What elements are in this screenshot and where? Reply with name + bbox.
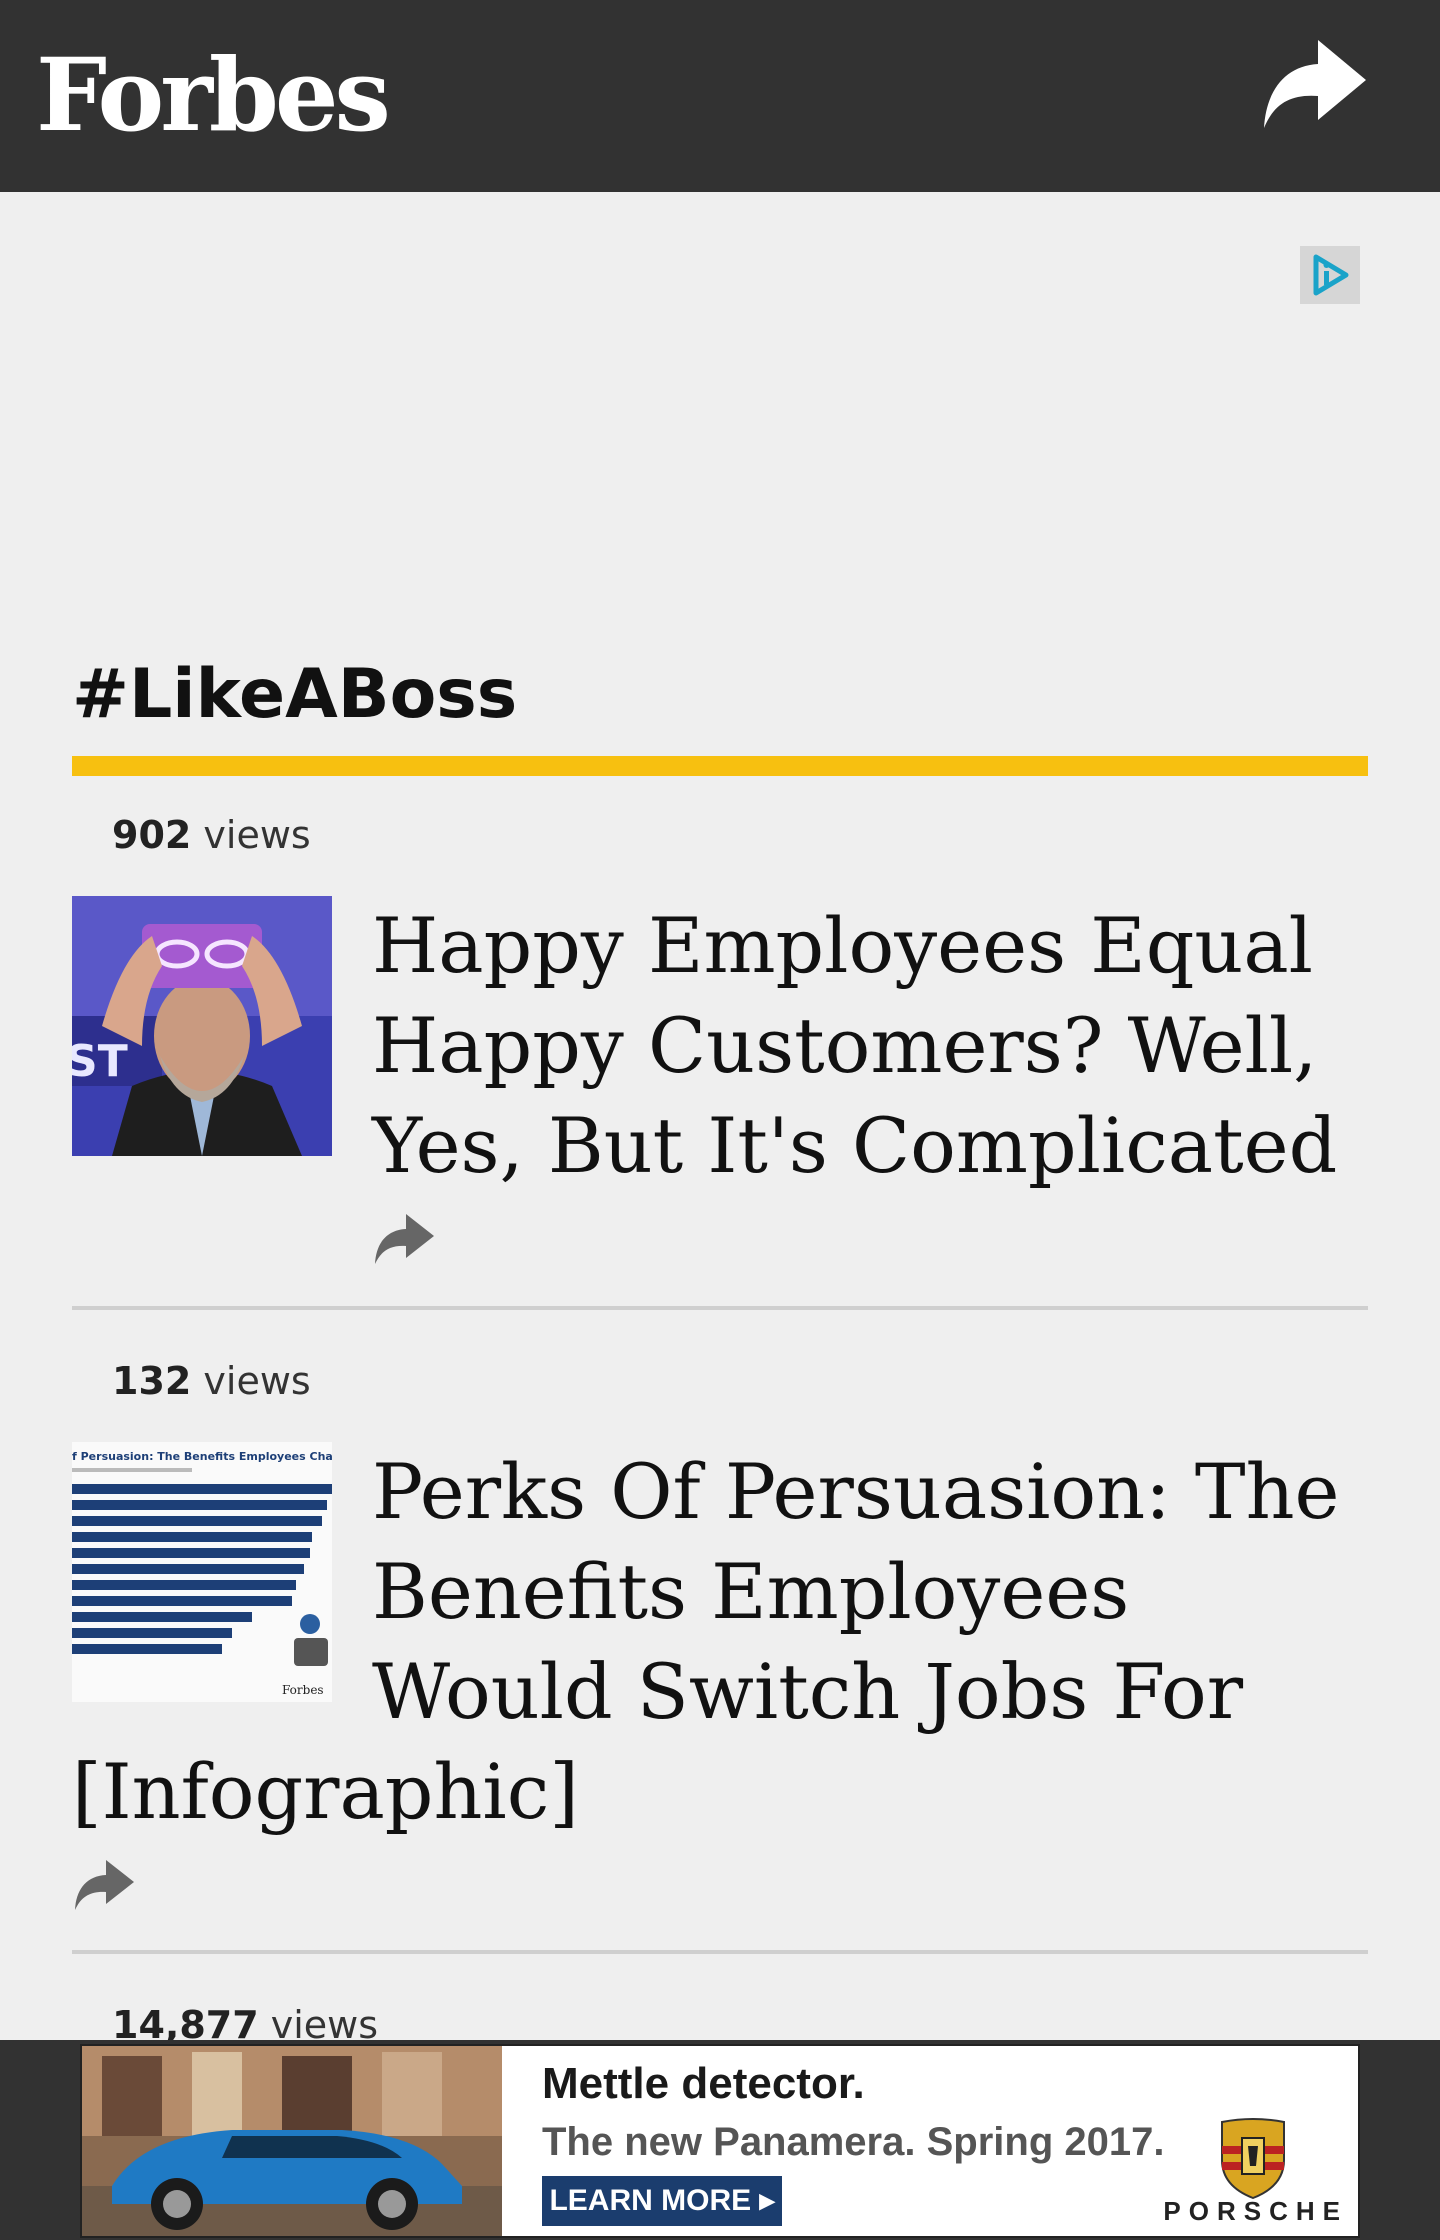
article-title-block[interactable]: Happy Employees Equal Happy Customers? W… bbox=[372, 896, 1368, 1266]
ad-brand: PORSCHE bbox=[1163, 2196, 1348, 2226]
share-arrow-icon[interactable] bbox=[1260, 36, 1370, 132]
article-card[interactable]: 902 views ST Happy Employees Equal Happy… bbox=[72, 800, 1368, 1300]
share-arrow-icon[interactable] bbox=[372, 1212, 436, 1266]
section-accent-rule bbox=[72, 756, 1368, 776]
share-arrow-icon[interactable] bbox=[72, 1858, 136, 1912]
porsche-crest-icon bbox=[1221, 2118, 1285, 2200]
section-title: #LikeABoss bbox=[72, 655, 518, 734]
car-ad-photo bbox=[82, 2046, 502, 2236]
svg-text:ST: ST bbox=[72, 1036, 128, 1087]
top-ad-slot[interactable] bbox=[0, 192, 1440, 632]
adchoices-icon[interactable] bbox=[1300, 246, 1360, 304]
article-title-block[interactable]: Perks Of Persuasion: The Benefits Employ… bbox=[72, 1442, 1368, 1912]
article-divider bbox=[72, 1306, 1368, 1310]
top-navigation-bar: Forbes bbox=[0, 0, 1440, 192]
article-title[interactable]: Happy Employees Equal Happy Customers? W… bbox=[372, 896, 1368, 1196]
view-count: 132 views bbox=[112, 1359, 311, 1403]
ad-headline: Mettle detector. bbox=[542, 2059, 865, 2108]
ad-subline: The new Panamera. Spring 2017. bbox=[542, 2120, 1165, 2164]
learn-more-button[interactable]: LEARN MORE ▸ bbox=[542, 2176, 782, 2226]
view-count: 902 views bbox=[112, 813, 311, 857]
porsche-ad-banner[interactable]: Mettle detector. The new Panamera. Sprin… bbox=[80, 2044, 1360, 2238]
bottom-ad-bar: Mettle detector. The new Panamera. Sprin… bbox=[0, 2040, 1440, 2240]
article-card[interactable]: 132 views f Persuasion: The Benefits Emp… bbox=[72, 1346, 1368, 1946]
article-thumbnail[interactable]: ST bbox=[72, 896, 332, 1156]
article-divider bbox=[72, 1950, 1368, 1954]
forbes-logo[interactable]: Forbes bbox=[36, 30, 391, 160]
